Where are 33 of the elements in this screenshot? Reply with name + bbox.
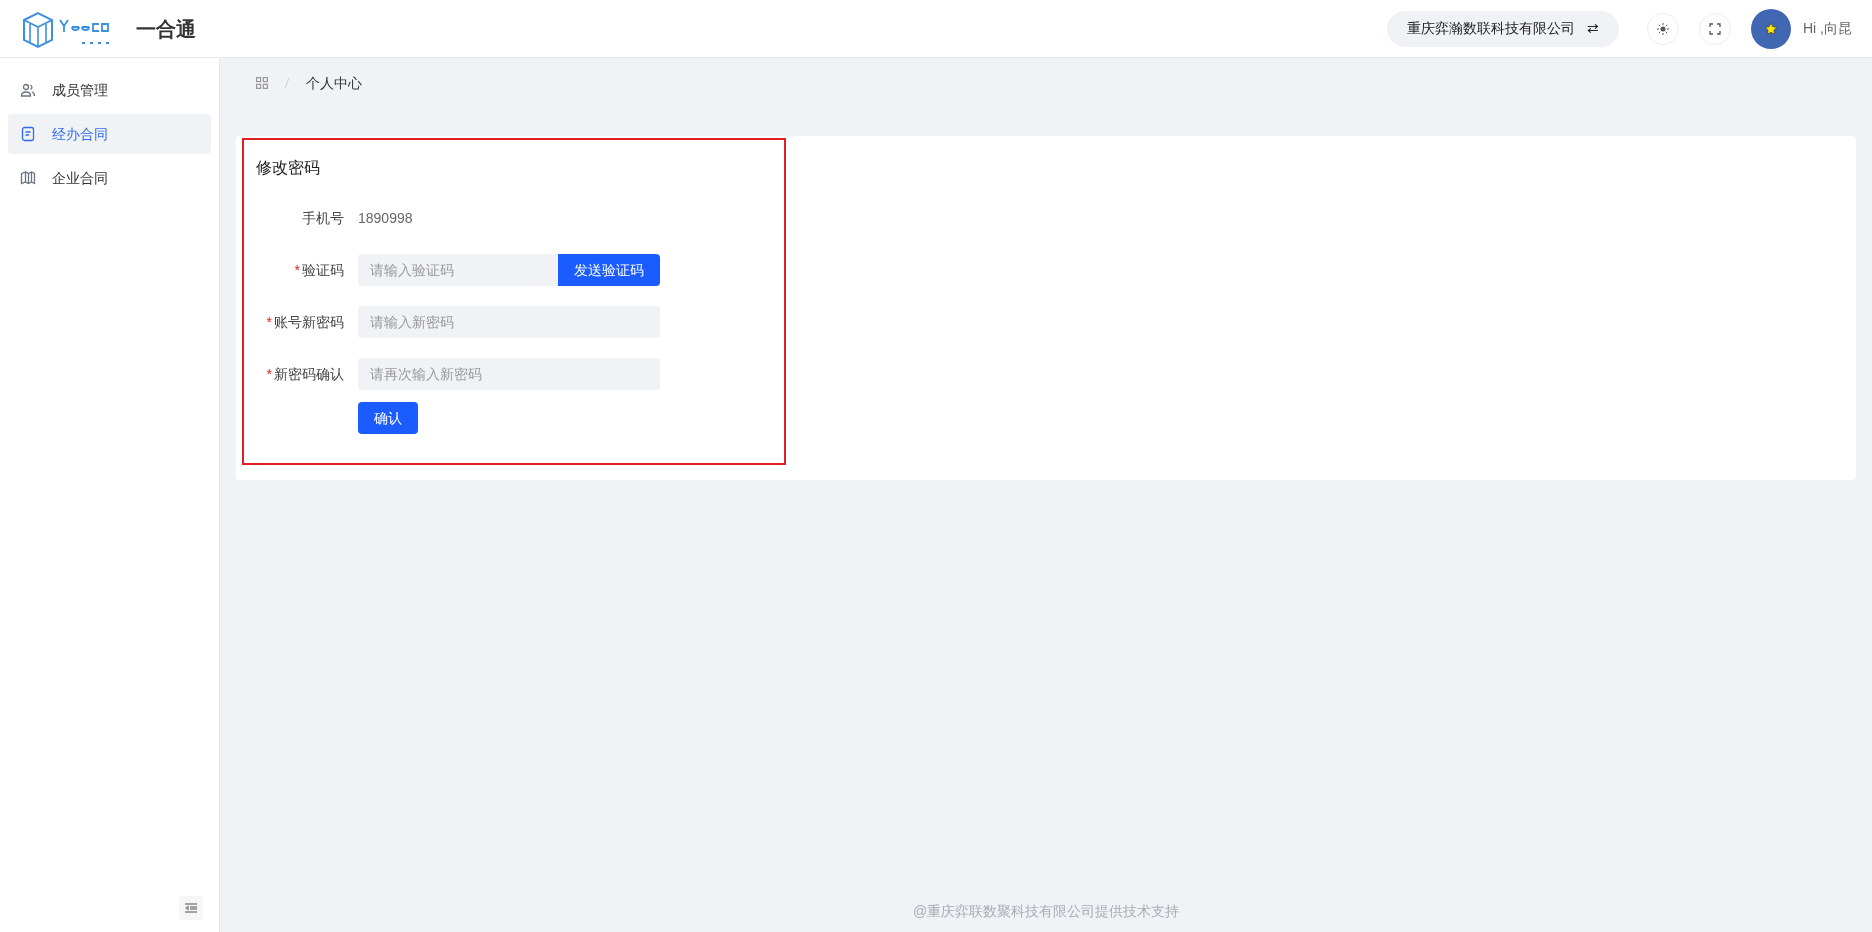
sun-icon <box>1657 22 1669 35</box>
input-field[interactable]: 请输入验证码 <box>358 254 558 286</box>
grid-icon[interactable] <box>256 77 268 89</box>
field-label: 新密码确认 <box>274 364 344 384</box>
sidebar-item[interactable]: 成员管理 <box>8 70 211 110</box>
input-field[interactable]: 请再次输入新密码 <box>358 358 660 390</box>
collapse-button[interactable] <box>179 896 203 920</box>
field-label: 账号新密码 <box>274 312 344 332</box>
breadcrumb-separator-icon <box>284 77 290 89</box>
book-icon <box>20 170 36 186</box>
phone-number: 1890998 <box>358 210 413 226</box>
required-mark: * <box>266 312 272 332</box>
breadcrumb-item: 个人中心 <box>306 73 362 93</box>
user-greeting[interactable]: Hi ,向昆 <box>1803 18 1852 39</box>
field-label: 验证码 <box>302 260 344 280</box>
document-icon <box>20 126 36 142</box>
avatar[interactable] <box>1751 8 1791 49</box>
star-icon <box>1764 21 1778 36</box>
confirm-button[interactable]: 确认 <box>358 402 418 434</box>
form-title: 修改密码 <box>256 158 321 178</box>
sidebar-item[interactable]: 经办合同 <box>8 114 211 154</box>
footer-text: @重庆弈联数聚科技有限公司提供技术支持 <box>912 901 1180 921</box>
company-switcher[interactable]: 重庆弈瀚数联科技有限公司 ⇄ <box>1387 10 1619 47</box>
collapse-icon <box>185 903 197 913</box>
required-mark: * <box>294 260 300 280</box>
input-field[interactable]: 请输入新密码 <box>358 306 660 338</box>
fullscreen-icon <box>1709 22 1721 35</box>
send-code-button[interactable]: 发送验证码 <box>558 254 660 286</box>
users-icon <box>20 82 36 98</box>
sidebar-item[interactable]: 企业合同 <box>8 158 211 198</box>
app-title: 一合通 <box>136 16 196 42</box>
field-label: 手机号 <box>302 208 344 228</box>
required-mark: * <box>266 364 272 384</box>
